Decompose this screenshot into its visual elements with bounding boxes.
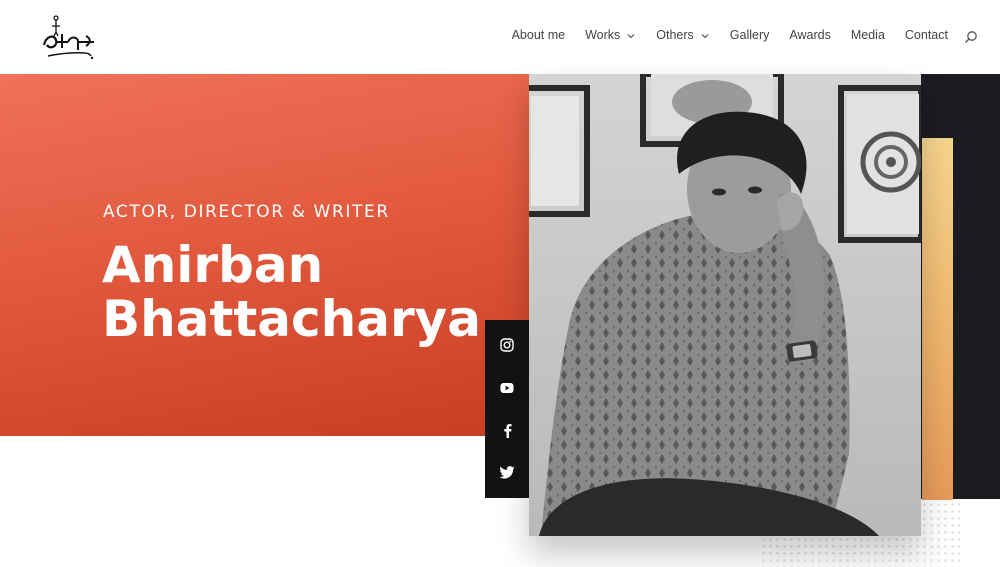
nav-item-label: Gallery [729, 28, 770, 42]
nav-item-works[interactable]: Works [585, 28, 636, 42]
portrait-photo [529, 74, 921, 536]
decorative-gold-strip [922, 138, 953, 500]
nav-item-awards[interactable]: Awards [789, 28, 830, 42]
instagram-icon[interactable] [498, 336, 516, 354]
nav-item-label: Awards [789, 28, 831, 42]
social-links-bar [485, 320, 529, 498]
hero-kicker: ACTOR, DIRECTOR & WRITER [103, 202, 390, 222]
search-icon[interactable] [964, 30, 978, 44]
twitter-icon[interactable] [498, 464, 516, 482]
nav-item-label: Contact [904, 28, 948, 42]
site-logo[interactable] [34, 12, 104, 62]
nav-item-media[interactable]: Media [851, 28, 885, 42]
nav-item-label: Works [585, 28, 621, 42]
nav-item-label: Media [850, 28, 885, 42]
nav-item-gallery[interactable]: Gallery [730, 28, 770, 42]
nav-item-about-me[interactable]: About me [512, 28, 566, 42]
nav-item-label: About me [511, 28, 566, 42]
chevron-down-icon [627, 34, 635, 39]
youtube-icon[interactable] [498, 379, 516, 397]
nav-item-contact[interactable]: Contact [905, 28, 948, 42]
hero-title: Anirban Bhattacharya [102, 238, 481, 346]
chevron-down-icon [701, 34, 709, 39]
hero-title-line1: Anirban [102, 236, 324, 294]
site-header: About me Works Others Gallery Awards Med… [0, 0, 1000, 74]
nav-item-label: Others [656, 28, 694, 42]
main-nav: About me Works Others Gallery Awards Med… [492, 28, 948, 42]
nav-item-others[interactable]: Others [656, 28, 710, 42]
hero-title-line2: Bhattacharya [102, 290, 481, 348]
facebook-icon[interactable] [498, 421, 516, 439]
